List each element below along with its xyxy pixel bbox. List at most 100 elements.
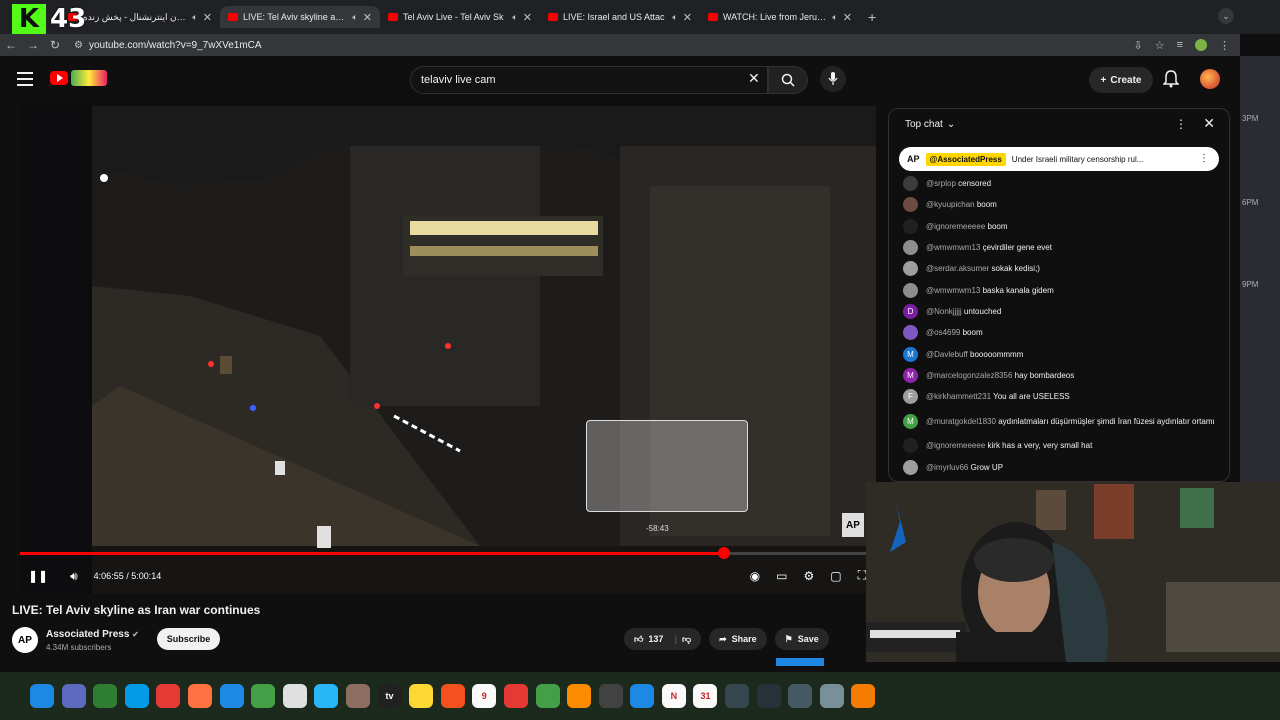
- clear-search-icon[interactable]: ✕: [748, 70, 760, 87]
- globe-icon[interactable]: [725, 684, 750, 708]
- pinned-menu-icon[interactable]: ⋮: [1199, 153, 1209, 164]
- chat-message[interactable]: @wmwmwm13 çevirdiler gene evet: [903, 237, 1223, 258]
- chat-author[interactable]: @ignoremeeeee: [926, 222, 985, 231]
- chat-message[interactable]: @wmwmwm13 baska kanala gidem: [903, 279, 1223, 300]
- autoplay-toggle-icon[interactable]: ◉: [750, 569, 760, 583]
- chat-message[interactable]: @ignoremeeeee kirk has a very, very smal…: [903, 435, 1223, 456]
- vpn-icon[interactable]: [851, 684, 876, 708]
- audio-icon[interactable]: [756, 684, 781, 708]
- youtube-logo[interactable]: [50, 70, 107, 86]
- terminal-icon[interactable]: [93, 684, 118, 708]
- browser-tab[interactable]: WATCH: Live from Jerusal 🔈︎ ✕: [700, 6, 860, 28]
- browser-tab[interactable]: Tel Aviv Live - Tel Aviv Sk 🔈︎ ✕: [380, 6, 540, 28]
- chatgpt-icon[interactable]: [598, 684, 623, 708]
- chat-message[interactable]: @kyuupichan boom: [903, 194, 1223, 215]
- tab-close-icon[interactable]: ✕: [523, 11, 532, 24]
- back-button[interactable]: ←: [0, 38, 22, 52]
- chat-author[interactable]: @wmwmwm13: [926, 243, 980, 252]
- menu-hamburger-icon[interactable]: [17, 72, 33, 86]
- chat-message[interactable]: @srplop censored: [903, 173, 1223, 194]
- thumbs-down-icon[interactable]: 👎︎: [682, 634, 691, 645]
- browser-tab[interactable]: LIVE: Tel Aviv skyline as Ir 🔈︎ ✕: [220, 6, 380, 28]
- chat-author[interactable]: @wmwmwm13: [926, 286, 980, 295]
- account-avatar[interactable]: [1200, 69, 1220, 89]
- chat-author[interactable]: @marcelogonzalez8356: [926, 371, 1012, 380]
- pages-icon[interactable]: [567, 684, 592, 708]
- channel-name[interactable]: Associated Press ✔: [46, 629, 139, 640]
- photos-icon[interactable]: [187, 684, 212, 708]
- omnibox[interactable]: ⚙ youtube.com/watch?v=9_7wXVe1mCA: [74, 36, 1133, 54]
- music-icon[interactable]: [440, 684, 465, 708]
- share-button[interactable]: ➦ Share: [709, 628, 767, 650]
- chat-message[interactable]: M @muratgokdel1830 aydınlatmaları düşürmü…: [903, 407, 1223, 435]
- bookmark-star-icon[interactable]: ☆: [1155, 39, 1165, 52]
- channel-avatar[interactable]: AP: [12, 627, 38, 653]
- install-icon[interactable]: ⇩: [1133, 39, 1142, 52]
- tab-close-icon[interactable]: ✕: [203, 11, 212, 24]
- pinned-message[interactable]: AP @AssociatedPress Under Israeli milita…: [899, 147, 1219, 171]
- safari-icon[interactable]: [124, 684, 149, 708]
- close-chat-icon[interactable]: ✕: [1203, 115, 1215, 132]
- chat-author[interactable]: @ignoremeeeee: [926, 441, 985, 450]
- reload-button[interactable]: ↻: [44, 38, 66, 52]
- freeform-icon[interactable]: [314, 684, 339, 708]
- tab-audio-icon[interactable]: 🔈︎: [672, 12, 677, 23]
- tab-audio-icon[interactable]: 🔈︎: [352, 12, 357, 23]
- numbers-icon[interactable]: [535, 684, 560, 708]
- chat-message[interactable]: @serdar.aksumer sokak kedisi;): [903, 258, 1223, 279]
- chat-author[interactable]: @os4699: [926, 328, 960, 337]
- captions-icon[interactable]: ▭: [776, 569, 787, 583]
- new-tab-button[interactable]: +: [860, 6, 884, 28]
- subscribe-button[interactable]: Subscribe: [157, 628, 220, 650]
- launchpad-icon[interactable]: [61, 684, 86, 708]
- calendar2-icon[interactable]: 31: [693, 684, 718, 708]
- chat-message[interactable]: F @kirkhammett231 You all are USELESS: [903, 386, 1223, 407]
- chat-menu-icon[interactable]: ⋮: [1175, 117, 1187, 131]
- like-button[interactable]: 👍︎ 137 | 👎︎: [624, 628, 702, 650]
- browser-tab[interactable]: LIVE: Israel and US Attac 🔈︎ ✕: [540, 6, 700, 28]
- volume-icon[interactable]: 🔊︎: [70, 569, 78, 584]
- mail-icon[interactable]: [219, 684, 244, 708]
- chat-message[interactable]: @imyrluv66 Grow UP: [903, 457, 1223, 478]
- notifications-button[interactable]: [1162, 70, 1180, 93]
- chrome-icon[interactable]: [156, 684, 181, 708]
- pause-icon[interactable]: ❚❚: [28, 569, 48, 583]
- kebab-menu-icon[interactable]: ⋮: [1219, 39, 1230, 52]
- chat-author[interactable]: @kirkhammett231: [926, 392, 991, 401]
- tab-audio-icon[interactable]: 🔈︎: [832, 12, 837, 23]
- create-button[interactable]: + Create: [1089, 67, 1153, 93]
- tab-close-icon[interactable]: ✕: [683, 11, 692, 24]
- appletv-icon[interactable]: tv: [377, 684, 402, 708]
- tab-search-button[interactable]: ⌄: [1218, 8, 1234, 24]
- finder-icon[interactable]: [30, 684, 54, 708]
- tab-audio-icon[interactable]: 🔈︎: [512, 12, 517, 23]
- site-info-icon[interactable]: ⚙: [74, 40, 83, 51]
- archive-icon[interactable]: [345, 684, 370, 708]
- facetime-icon[interactable]: [251, 684, 276, 708]
- progress-played[interactable]: [20, 552, 725, 555]
- tab-close-icon[interactable]: ✕: [843, 11, 852, 24]
- chat-author[interactable]: @serdar.aksumer: [926, 264, 989, 273]
- chat-author[interactable]: @imyrluv66: [926, 463, 968, 472]
- calendar-icon[interactable]: 9: [472, 684, 497, 708]
- settings-gear-icon[interactable]: ⚙: [803, 569, 814, 583]
- chat-message[interactable]: M @Davlebuff booooommmm: [903, 343, 1223, 364]
- chat-author[interactable]: @kyuupichan: [926, 200, 975, 209]
- chat-message[interactable]: @os4699 boom: [903, 322, 1223, 343]
- fullscreen-icon[interactable]: ⛶: [858, 568, 866, 583]
- chat-author[interactable]: @muratgokdel1830: [926, 417, 996, 426]
- hexagon-icon[interactable]: [788, 684, 813, 708]
- save-button[interactable]: ⚑ Save: [774, 628, 829, 650]
- media-control-icon[interactable]: ≡: [1177, 39, 1183, 51]
- chevron-down-icon[interactable]: ⌄: [947, 119, 955, 130]
- search-input[interactable]: telaviv live cam: [410, 66, 768, 94]
- chat-message[interactable]: D @Nonkjjjjj untouched: [903, 301, 1223, 322]
- voice-search-button[interactable]: [820, 66, 846, 92]
- appstore-icon[interactable]: [630, 684, 655, 708]
- news-icon[interactable]: [503, 684, 528, 708]
- video-player[interactable]: -58:43 AP ❚❚ 🔊︎ 4:06:55 / 5:00:14 ◉ ▭ ⚙ …: [20, 106, 876, 594]
- notion-icon[interactable]: N: [661, 684, 686, 708]
- chat-message[interactable]: M @marcelogonzalez8356 hay bombardeos: [903, 365, 1223, 386]
- chat-mode-dropdown[interactable]: Top chat: [905, 119, 943, 130]
- notes-icon[interactable]: [409, 684, 434, 708]
